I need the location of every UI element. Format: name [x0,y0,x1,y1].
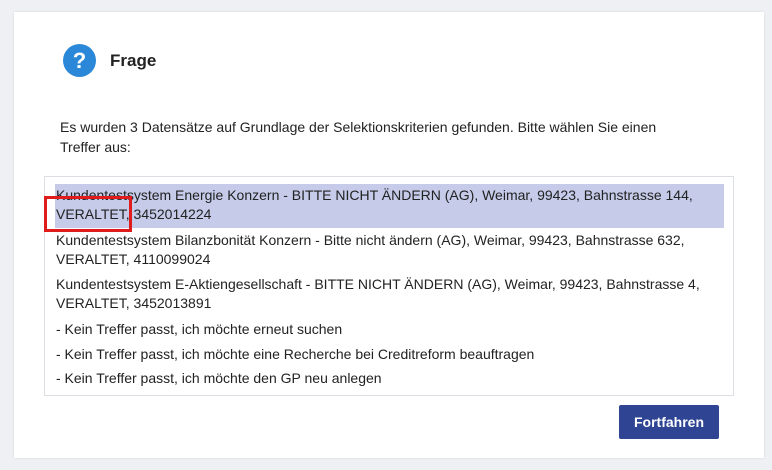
continue-button[interactable]: Fortfahren [619,405,719,439]
dialog-message: Es wurden 3 Datensätze auf Grundlage der… [60,119,657,155]
list-item[interactable]: Kundentestsystem Energie Konzern - BITTE… [55,184,724,228]
result-list[interactable]: Kundentestsystem Energie Konzern - BITTE… [44,176,734,396]
list-item[interactable]: - Kein Treffer passt, ich möchte eine Re… [55,345,724,364]
dialog-title: Frage [110,50,157,70]
list-item[interactable]: Kundentestsystem E-Aktiengesellschaft - … [55,275,724,313]
question-icon: ? [63,44,96,77]
list-item[interactable]: - Kein Treffer passt, ich möchte den GP … [55,369,724,388]
dialog-header: ? Frage [63,44,156,77]
list-item[interactable]: Kundentestsystem Bilanzbonität Konzern -… [55,231,724,269]
list-item[interactable]: - Kein Treffer passt, ich möchte erneut … [55,320,724,339]
question-dialog: ? Frage Es wurden 3 Datensätze auf Grund… [14,12,764,458]
